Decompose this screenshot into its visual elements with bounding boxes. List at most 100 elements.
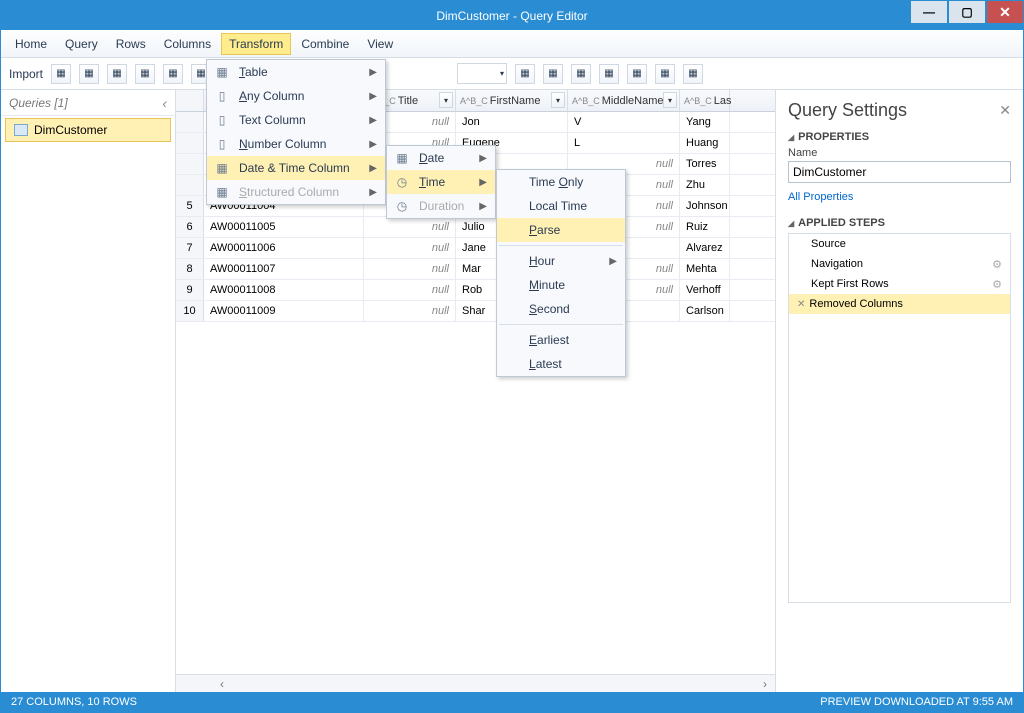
menu-label: Any Column — [239, 89, 304, 103]
menu-item-time-only[interactable]: Time Only — [497, 170, 625, 194]
menu-icon: ▦ — [393, 151, 411, 165]
menu-columns[interactable]: Columns — [156, 33, 219, 55]
date-time-submenu[interactable]: ▦Date▶◷Time▶◷Duration▶ — [386, 145, 496, 219]
grid-area: ▾A^B_CTitle▾A^B_CFirstName▾A^B_CMiddleNa… — [176, 90, 775, 692]
menu-item-date-time-column[interactable]: ▦Date & Time Column▶ — [207, 156, 385, 180]
cell — [176, 175, 204, 195]
menu-item-minute[interactable]: Minute — [497, 273, 625, 297]
col-header[interactable]: A^B_CLas — [680, 90, 730, 111]
col-header[interactable]: A^B_CFirstName▾ — [456, 90, 568, 111]
cell: 8 — [176, 259, 204, 279]
cell: Johnson — [680, 196, 730, 216]
menu-item-any-column[interactable]: ▯Any Column▶ — [207, 84, 385, 108]
tb-icon-11[interactable]: ▦ — [627, 64, 647, 84]
step-kept-first-rows[interactable]: Kept First Rows⚙ — [789, 274, 1010, 294]
time-submenu[interactable]: Time Only Local Time Parse Hour▶ Minute Secon… — [496, 169, 626, 377]
scroll-right-icon[interactable]: › — [755, 677, 775, 691]
menu-item-table[interactable]: ▦Table▶ — [207, 60, 385, 84]
scroll-left-icon[interactable]: ‹ — [212, 677, 232, 691]
all-properties-link[interactable]: All Properties — [788, 191, 1011, 203]
menu-item-hour[interactable]: Hour▶ — [497, 249, 625, 273]
menu-label: Number Column — [239, 137, 326, 151]
menu-view[interactable]: View — [359, 33, 401, 55]
delete-step-icon[interactable]: ✕ — [797, 299, 805, 310]
cell: Jon — [456, 112, 568, 132]
main: Queries [1] ‹ DimCustomer ▾A^B_CTitle▾A^… — [1, 90, 1023, 692]
submenu-arrow-icon: ▶ — [369, 91, 377, 102]
menu-item-time[interactable]: ◷Time▶ — [387, 170, 495, 194]
cell — [176, 112, 204, 132]
step-removed-columns[interactable]: ✕Removed Columns — [789, 294, 1010, 314]
table-icon — [14, 124, 28, 136]
properties-section[interactable]: PROPERTIES — [788, 131, 1011, 143]
menu-rows[interactable]: Rows — [108, 33, 154, 55]
step-source[interactable]: Source — [789, 234, 1010, 254]
table-row[interactable]: 7AW00011006nullJaneAlvarez — [176, 238, 775, 259]
name-input[interactable] — [788, 161, 1011, 183]
title-controls: — ▢ ✕ — [911, 1, 1023, 23]
step-navigation[interactable]: Navigation⚙ — [789, 254, 1010, 274]
cell: AW00011009 — [204, 301, 364, 321]
menu-item-latest[interactable]: Latest — [497, 352, 625, 376]
menu-label: Time Only — [529, 175, 583, 189]
tb-icon-10[interactable]: ▦ — [599, 64, 619, 84]
menu-query[interactable]: Query — [57, 33, 106, 55]
cell: V — [568, 112, 680, 132]
menu-item-parse[interactable]: Parse — [497, 218, 625, 242]
menu-label: Text Column — [239, 113, 306, 127]
horizontal-scrollbar[interactable]: ‹ › — [176, 674, 775, 692]
gear-icon[interactable]: ⚙ — [992, 258, 1002, 271]
transform-menu[interactable]: ▦Table▶▯Any Column▶▯Text Column▶▯Number … — [206, 59, 386, 205]
tb-icon-7[interactable]: ▦ — [515, 64, 535, 84]
menu-transform[interactable]: Transform — [221, 33, 291, 55]
table-row[interactable]: 6AW00011005nullJulionullRuiz — [176, 217, 775, 238]
col-filter-icon[interactable]: ▾ — [439, 92, 453, 108]
menu-home[interactable]: Home — [7, 33, 55, 55]
menu-item-second[interactable]: Second — [497, 297, 625, 321]
import-button[interactable]: Import — [9, 67, 43, 81]
close-button[interactable]: ✕ — [987, 1, 1023, 23]
gear-icon[interactable]: ⚙ — [992, 278, 1002, 291]
table-row[interactable]: 9AW00011008nullRobnullVerhoff — [176, 280, 775, 301]
queries-header[interactable]: Queries [1] ‹ — [1, 90, 175, 116]
applied-steps-section[interactable]: APPLIED STEPS — [788, 217, 1011, 229]
col-filter-icon[interactable]: ▾ — [551, 92, 565, 108]
menu-label: Minute — [529, 278, 565, 292]
tb-icon-13[interactable]: ▦ — [683, 64, 703, 84]
tb-icon-4[interactable]: ▦ — [135, 64, 155, 84]
menu-item-text-column[interactable]: ▯ Text Column ▶ — [207, 108, 385, 132]
tb-icon-3[interactable]: ▦ — [107, 64, 127, 84]
tb-icon-12[interactable]: ▦ — [655, 64, 675, 84]
submenu-arrow-icon: ▶ — [479, 201, 487, 212]
menu-label: Table — [239, 65, 268, 79]
tb-dropdown[interactable]: ▾ — [457, 63, 507, 84]
maximize-button[interactable]: ▢ — [949, 1, 985, 23]
table-row[interactable]: 10AW00011009nullSharCarlson — [176, 301, 775, 322]
col-header[interactable] — [176, 90, 204, 111]
menu-item-earliest[interactable]: Earliest — [497, 328, 625, 352]
tb-icon-5[interactable]: ▦ — [163, 64, 183, 84]
minimize-button[interactable]: — — [911, 1, 947, 23]
cell: Alvarez — [680, 238, 730, 258]
menu-label: Parse — [529, 223, 560, 237]
query-item-dimcustomer[interactable]: DimCustomer — [5, 118, 171, 142]
menu-item-local-time[interactable]: Local Time — [497, 194, 625, 218]
menu-combine[interactable]: Combine — [293, 33, 357, 55]
col-filter-icon[interactable]: ▾ — [663, 92, 677, 108]
settings-close-icon[interactable]: ✕ — [999, 102, 1011, 119]
query-item-label: DimCustomer — [34, 123, 107, 137]
table-row[interactable]: 8AW00011007nullMarnullMehta — [176, 259, 775, 280]
submenu-arrow-icon: ▶ — [369, 115, 377, 126]
menu-label: Latest — [529, 357, 562, 371]
tb-icon-8[interactable]: ▦ — [543, 64, 563, 84]
submenu-arrow-icon: ▶ — [369, 187, 377, 198]
tb-icon-2[interactable]: ▦ — [79, 64, 99, 84]
queries-header-label: Queries [1] — [9, 96, 68, 110]
tb-icon-1[interactable]: ▦ — [51, 64, 71, 84]
tb-icon-9[interactable]: ▦ — [571, 64, 591, 84]
menu-icon: ▯ — [213, 113, 231, 127]
col-header[interactable]: A^B_CMiddleName▾ — [568, 90, 680, 111]
menu-item-date[interactable]: ▦Date▶ — [387, 146, 495, 170]
cell: Ruiz — [680, 217, 730, 237]
menu-item-number-column[interactable]: ▯Number Column▶ — [207, 132, 385, 156]
